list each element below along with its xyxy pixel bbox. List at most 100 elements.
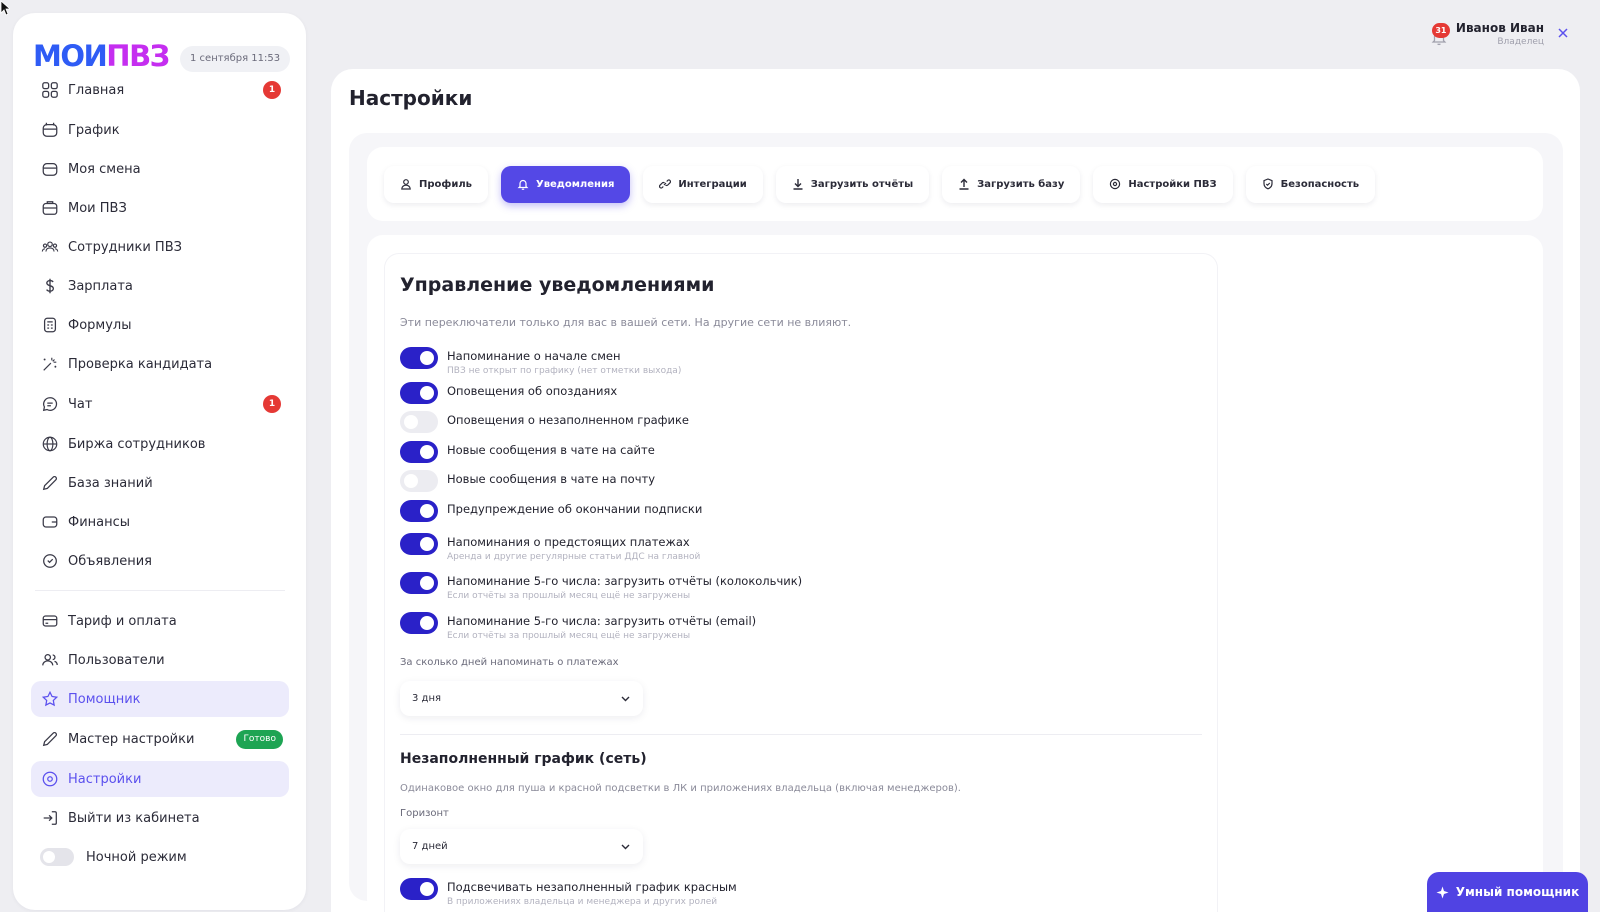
- wallet-icon: [40, 512, 60, 532]
- toggle-label: Оповещения об опозданиях: [447, 384, 618, 398]
- user-icon: [401, 179, 411, 190]
- sidebar-item-employees[interactable]: Сотрудники ПВЗ: [31, 229, 289, 265]
- toggle-switch[interactable]: [400, 533, 438, 555]
- toggle-row-payments: Напоминания о предстоящих платежах Аренд…: [400, 533, 700, 563]
- home-badge: 1: [263, 81, 281, 99]
- toggle-label: Новые сообщения в чате на сайте: [447, 443, 655, 457]
- toggle-switch[interactable]: [400, 612, 438, 634]
- toggle-label: Предупреждение об окончании подписки: [447, 502, 703, 516]
- sidebar-item-label: Пользователи: [68, 652, 165, 668]
- chat-icon: [40, 394, 60, 414]
- ready-badge: Готово: [236, 730, 283, 749]
- sidebar-item-finance[interactable]: Финансы: [31, 504, 289, 540]
- horizon-select[interactable]: 7 дней: [400, 829, 643, 864]
- sidebar-item-candidate-check[interactable]: Проверка кандидата: [31, 346, 289, 382]
- toggle-switch[interactable]: [400, 878, 438, 900]
- card-icon: [40, 611, 60, 631]
- sidebar-item-logout[interactable]: Выйти из кабинета: [31, 800, 289, 836]
- sidebar-item-label: Мастер настройки: [68, 731, 195, 747]
- sidebar-item-tariff[interactable]: Тариф и оплата: [31, 603, 289, 639]
- team-icon: [40, 237, 60, 257]
- toggle-switch[interactable]: [400, 500, 438, 522]
- toggle-label: Новые сообщения в чате на почту: [447, 472, 656, 486]
- user-menu[interactable]: Иванов Иван Владелец: [1456, 21, 1544, 47]
- tab-upload-reports[interactable]: Загрузить отчёты: [775, 165, 930, 203]
- download-icon: [793, 179, 803, 190]
- sidebar-item-users[interactable]: Пользователи: [31, 642, 289, 678]
- sidebar-item-formulas[interactable]: Формулы: [31, 307, 289, 343]
- user-name: Иванов Иван: [1455, 21, 1544, 35]
- sidebar-item-my-shift[interactable]: Моя смена: [31, 151, 289, 187]
- section-divider: [400, 734, 1202, 735]
- globe-icon: [40, 434, 60, 454]
- settings-icon: [40, 769, 60, 789]
- smart-assistant-button[interactable]: Умный помощник: [1427, 872, 1588, 912]
- sidebar-item-setup-wizard[interactable]: Мастер настройки Готово: [31, 721, 289, 757]
- grid-icon: [40, 80, 60, 100]
- date-time-chip: 1 сентября 11:53: [180, 46, 291, 72]
- sidebar-item-chat[interactable]: Чат 1: [31, 386, 289, 422]
- tab-notifications[interactable]: Уведомления: [500, 165, 631, 203]
- tab-security[interactable]: Безопасность: [1245, 165, 1376, 203]
- tab-pvz-settings[interactable]: Настройки ПВЗ: [1093, 165, 1233, 203]
- chat-badge: 1: [263, 395, 281, 413]
- toggle-label: Напоминание 5-го числа: загрузить отчёты…: [447, 614, 757, 628]
- sparkle-icon: [40, 354, 60, 374]
- toggle-switch[interactable]: [400, 411, 438, 433]
- sidebar-item-exchange[interactable]: Биржа сотрудников: [31, 426, 289, 462]
- sidebar-item-announcements[interactable]: Объявления: [31, 543, 289, 579]
- sidebar-item-label: База знаний: [68, 475, 153, 491]
- calendar-icon: [40, 120, 60, 140]
- night-mode-label: Ночной режим: [86, 849, 187, 865]
- sidebar-item-salary[interactable]: Зарплата: [31, 268, 289, 304]
- toggle-switch[interactable]: [400, 441, 438, 463]
- toggle-label: Подсвечивать незаполненный график красны…: [447, 880, 737, 894]
- app-logo[interactable]: МОИПВЗ: [33, 39, 170, 73]
- toggle-hint: Если отчёты за прошлый месяц ещё не загр…: [447, 591, 691, 601]
- night-mode-row: Ночной режим: [31, 839, 289, 875]
- toggle-row-subscription: Предупреждение об окончании подписки: [400, 500, 702, 522]
- gear-icon: [1110, 178, 1121, 190]
- logout-icon: [40, 808, 60, 828]
- sidebar-divider: [35, 590, 285, 591]
- payment-days-label: За сколько дней напоминать о платежах: [400, 657, 619, 668]
- toggle-hint: ПВЗ не открыт по графику (нет отметки вы…: [447, 366, 682, 376]
- toggle-hint: Аренда и другие регулярные статьи ДДС на…: [447, 552, 701, 562]
- sidebar-item-knowledge-base[interactable]: База знаний: [31, 465, 289, 501]
- toggle-switch[interactable]: [400, 470, 438, 492]
- sidebar-item-home[interactable]: Главная 1: [31, 72, 289, 108]
- tab-integrations[interactable]: Интеграции: [643, 165, 763, 203]
- toggle-label: Напоминание о начале смен: [447, 349, 621, 363]
- sidebar-item-label: Зарплата: [68, 278, 133, 294]
- sidebar-item-settings[interactable]: Настройки: [31, 761, 289, 797]
- sidebar-item-assistant[interactable]: Помощник: [31, 681, 289, 717]
- toggle-switch[interactable]: [400, 347, 438, 369]
- user-role: Владелец: [1497, 37, 1544, 47]
- sidebar-item-label: Главная: [68, 82, 125, 98]
- tab-profile[interactable]: Профиль: [384, 165, 488, 203]
- toggle-switch[interactable]: [400, 382, 438, 404]
- toggle-switch[interactable]: [400, 572, 438, 594]
- sidebar-item-label: График: [68, 122, 120, 138]
- sidebar: МОИПВЗ 1 сентября 11:53 Главная 1 График…: [13, 13, 306, 910]
- tab-upload-base[interactable]: Загрузить базу: [942, 165, 1081, 203]
- bell-icon: [517, 179, 529, 190]
- toggle-row-chat-email: Новые сообщения в чате на почту: [400, 470, 655, 492]
- upload-icon: [959, 178, 969, 190]
- sidebar-item-my-pvz[interactable]: Мои ПВЗ: [31, 190, 289, 226]
- sidebar-item-schedule[interactable]: График: [31, 112, 289, 148]
- sidebar-item-label: Помощник: [68, 691, 141, 707]
- sidebar-item-label: Сотрудники ПВЗ: [68, 239, 182, 255]
- notifications-button[interactable]: 31: [1428, 23, 1450, 46]
- sparkle-icon: [1436, 885, 1449, 899]
- shield-icon: [1263, 178, 1273, 190]
- payment-days-select[interactable]: 3 дня: [400, 681, 643, 716]
- sidebar-item-label: Мои ПВЗ: [68, 200, 127, 216]
- sidebar-item-label: Объявления: [68, 553, 152, 569]
- collapse-icon[interactable]: [1556, 25, 1570, 44]
- pencil-icon: [40, 473, 60, 493]
- sidebar-item-label: Формулы: [68, 317, 132, 333]
- settings-panel: Профиль Уведомления Интеграции Загрузить…: [349, 133, 1563, 912]
- night-mode-toggle[interactable]: [40, 848, 74, 866]
- wand-icon: [40, 729, 60, 749]
